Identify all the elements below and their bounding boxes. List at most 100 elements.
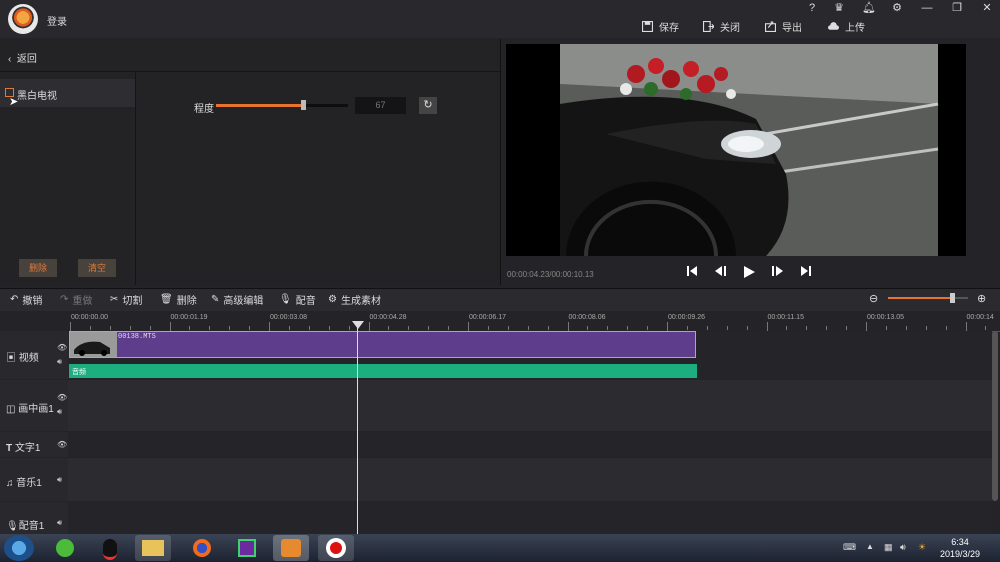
bell-icon[interactable]: 🔔︎ (860, 1, 878, 15)
keyboard-icon[interactable]: ⌨ (843, 542, 856, 553)
degree-value-input[interactable]: 67 (355, 97, 406, 114)
notification-icon[interactable]: ☀ (918, 542, 926, 553)
back-button[interactable]: ‹ 返回 (8, 50, 37, 65)
ruler-major-tick (169, 322, 171, 331)
cloud-upload-icon (828, 21, 839, 30)
voice-track[interactable] (68, 502, 992, 534)
speaker-icon[interactable]: 🔊︎ (900, 542, 906, 553)
upload-label: 上传 (845, 22, 865, 34)
minimize-button[interactable]: — (918, 1, 936, 15)
close-project-button[interactable]: 关闭 (703, 18, 740, 34)
text-track[interactable] (68, 432, 992, 457)
clear-effects-button[interactable]: 清空 (78, 259, 116, 277)
ruler-minor-tick (229, 326, 231, 330)
play-icon[interactable] (743, 265, 756, 279)
ruler-minor-tick (826, 326, 828, 330)
eye-icon[interactable]: 👁︎ (57, 343, 67, 352)
text-track-name: 文字1 (14, 443, 41, 454)
delete-clip-button[interactable]: 🗑︎ 删除 (160, 292, 197, 307)
music-track[interactable] (68, 458, 992, 501)
zoom-slider-handle[interactable] (950, 293, 955, 303)
ruler-minor-tick (746, 326, 748, 330)
degree-slider-handle[interactable] (300, 100, 306, 110)
ruler-minor-tick (149, 326, 151, 330)
audio-clip[interactable] (69, 364, 697, 378)
ruler-minor-tick (547, 326, 549, 330)
timeline-scrollbar[interactable] (992, 331, 998, 501)
video-clip[interactable] (69, 331, 696, 358)
back-row (0, 39, 500, 72)
next-frame-icon[interactable] (771, 265, 785, 279)
redo-button[interactable]: ↷ 重做 (60, 292, 92, 307)
video-preview[interactable] (506, 44, 966, 256)
restore-button[interactable]: ❐ (948, 1, 966, 15)
trash-icon: 🗑︎ (160, 293, 173, 305)
ruler-major-tick (567, 322, 569, 331)
ruler-major-tick (368, 322, 370, 331)
start-button[interactable] (4, 535, 34, 561)
film-reel-icon: ⚙ (328, 293, 337, 305)
ruler-minor-tick (507, 326, 509, 330)
generate-material-button[interactable]: ⚙ 生成素材 (328, 292, 381, 307)
pip-track[interactable] (68, 380, 992, 431)
clip-thumbnail (70, 332, 117, 357)
dub-button[interactable]: 🎙︎ 配音 (279, 292, 316, 307)
eye-icon[interactable]: 👁︎ (57, 393, 67, 402)
eye-icon[interactable]: 👁︎ (57, 440, 67, 449)
prev-frame-icon[interactable] (713, 265, 727, 279)
ruler-minor-tick (249, 326, 251, 330)
video-track-label: ▣ 视频 (6, 349, 39, 364)
music-track-label: ♫ 音乐1 (6, 474, 42, 489)
back-label: 返回 (16, 54, 37, 65)
ruler-minor-tick (527, 326, 529, 330)
cut-label: 切割 (122, 295, 143, 307)
taskbar-app-firefox[interactable] (184, 535, 220, 561)
crown-icon[interactable]: ♛ (830, 1, 848, 15)
avatar[interactable] (8, 4, 38, 34)
ruler-minor-tick (945, 326, 947, 330)
ruler-minor-tick (388, 326, 390, 330)
export-button[interactable]: 导出 (765, 18, 802, 34)
advanced-edit-button[interactable]: ✎ 高级编辑 (211, 292, 263, 307)
ruler-minor-tick (89, 326, 91, 330)
cut-button[interactable]: ✂ 切割 (110, 292, 143, 307)
playhead[interactable] (357, 322, 358, 534)
taskbar-app-explorer[interactable] (135, 535, 171, 561)
zoom-in-icon[interactable]: ⊕ (977, 292, 986, 305)
help-icon[interactable]: ? (803, 1, 821, 15)
save-button[interactable]: 保存 (642, 18, 679, 34)
login-link[interactable]: 登录 (47, 13, 67, 28)
playhead-handle[interactable] (352, 321, 364, 329)
taskbar-app-recorder[interactable] (318, 535, 354, 561)
taskbar-app-360[interactable] (47, 535, 83, 561)
upload-button[interactable]: 上传 (828, 18, 865, 34)
zoom-out-icon[interactable]: ⊖ (869, 292, 878, 305)
ruler-minor-tick (806, 326, 808, 330)
system-clock[interactable]: 6:34 2019/3/29 (938, 536, 982, 560)
taskbar-app-media[interactable] (229, 535, 265, 561)
ruler-time-label: 00:00:06.17 (469, 314, 506, 321)
delete-effect-button[interactable]: 删除 (19, 259, 57, 277)
pip-track-name: 画中画1 (18, 404, 54, 415)
network-icon[interactable]: ▦ (884, 542, 893, 553)
ruler-major-tick (866, 322, 867, 331)
undo-button[interactable]: ↶ 撤销 (10, 292, 42, 307)
volume-icon[interactable]: 🔊︎ (57, 357, 62, 367)
zoom-slider-fill (888, 297, 952, 299)
generate-material-label: 生成素材 (340, 295, 381, 307)
skip-start-icon[interactable] (686, 265, 698, 279)
tray-expand-icon[interactable]: ▲ (866, 542, 874, 551)
taskbar-app-video-editor[interactable] (273, 535, 309, 561)
gear-icon[interactable]: ⚙ (888, 1, 906, 15)
audio-clip-name: 音频 (72, 369, 86, 376)
taskbar-app-qq[interactable] (92, 535, 128, 561)
volume-icon[interactable]: 🔊︎ (57, 407, 62, 417)
reset-icon[interactable]: ↻ (419, 97, 437, 114)
close-window-button[interactable]: ✕ (978, 1, 996, 15)
time-ruler[interactable] (68, 311, 1000, 332)
clip-name: 00138.MTS (118, 333, 156, 341)
save-label: 保存 (659, 22, 679, 34)
skip-end-icon[interactable] (800, 265, 812, 279)
volume-icon[interactable]: 🔊︎ (57, 475, 62, 485)
volume-icon[interactable]: 🔊︎ (57, 518, 62, 528)
